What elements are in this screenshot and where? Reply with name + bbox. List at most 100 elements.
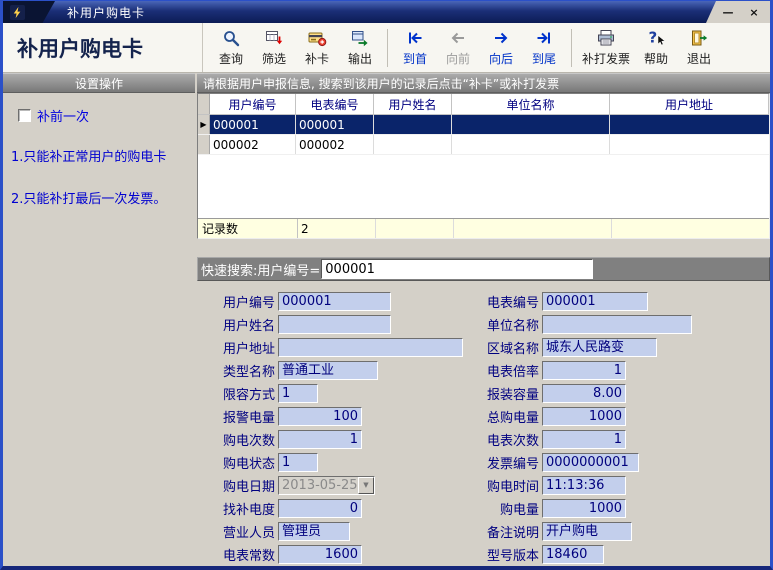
form-row: 电表编号000001 <box>475 290 770 313</box>
form-field[interactable]: 000001 <box>542 292 648 311</box>
form-field[interactable] <box>542 315 692 334</box>
form-field[interactable] <box>278 315 391 334</box>
form-row: 购电状态1 <box>211 451 475 474</box>
grid-row-selected[interactable]: ▶ 000001 000001 <box>198 115 769 135</box>
toolbar-button-label: 到首 <box>403 50 427 67</box>
field-label: 报装容量 <box>475 384 539 403</box>
form-field[interactable]: 1000 <box>542 407 626 426</box>
grid-column-header[interactable]: 单位名称 <box>452 94 610 114</box>
app-icon <box>10 5 25 20</box>
dropdown-arrow-icon: ▼ <box>358 477 374 494</box>
next-button[interactable]: 向后 <box>481 25 521 70</box>
form-row: 型号版本18460 <box>475 543 770 566</box>
form-row: 总购电量1000 <box>475 405 770 428</box>
close-button[interactable]: × <box>746 5 762 20</box>
first-button[interactable]: 到首 <box>395 25 435 70</box>
sidebar-note-1: 1.只能补正常用户的购电卡 <box>11 149 189 167</box>
field-label: 电表编号 <box>475 292 539 311</box>
form-field[interactable]: 000001 <box>278 292 391 311</box>
form-field[interactable]: 1 <box>542 430 626 449</box>
instruction-bar: 请根据用户申报信息, 搜索到该用户的记录后点击“补卡”或补打发票 <box>197 73 770 93</box>
search-button[interactable]: 查询 <box>211 25 251 70</box>
form-field[interactable]: 1000 <box>542 499 626 518</box>
checkbox-label: 补前一次 <box>37 106 89 125</box>
grid-footer-cell <box>612 219 769 238</box>
grid-column-header[interactable]: 电表编号 <box>296 94 374 114</box>
form-field[interactable]: 1 <box>278 384 318 403</box>
form-row: 区域名称城东人民路变 <box>475 336 770 359</box>
checkbox-box-icon <box>18 109 31 122</box>
toolbar-button-label: 退出 <box>687 50 711 67</box>
field-label: 用户姓名 <box>211 315 275 334</box>
field-label: 购电状态 <box>211 453 275 472</box>
form-field[interactable]: 开户购电 <box>542 522 632 541</box>
grid-footer-cell <box>376 219 454 238</box>
exit-button[interactable]: 退出 <box>679 25 719 70</box>
field-label: 备注说明 <box>475 522 539 541</box>
grid-header-row: 用户编号 电表编号 用户姓名 单位名称 用户地址 <box>198 94 769 115</box>
form-row: 电表次数1 <box>475 428 770 451</box>
quick-search-label: 快速搜索:用户编号= <box>201 260 320 279</box>
svg-text:?: ? <box>649 29 658 47</box>
form-field[interactable]: 1 <box>278 453 318 472</box>
form-field[interactable] <box>278 338 463 357</box>
help-button[interactable]: ?帮助 <box>636 25 676 70</box>
toolbar-button-label: 向前 <box>446 50 470 67</box>
form-field[interactable]: 8.00 <box>542 384 626 403</box>
grid-column-header[interactable]: 用户地址 <box>610 94 769 114</box>
minimize-button[interactable]: — <box>720 5 736 20</box>
form-field[interactable]: 1 <box>542 361 626 380</box>
field-label: 单位名称 <box>475 315 539 334</box>
toolbar-button-label: 输出 <box>348 50 372 67</box>
toolbar-separator <box>571 29 572 67</box>
combo-value: 2013-05-25 <box>279 477 358 494</box>
grid-column-header[interactable]: 用户编号 <box>210 94 296 114</box>
form-field[interactable]: 1600 <box>278 545 362 564</box>
row-indicator <box>198 135 210 154</box>
field-label: 报警电量 <box>211 407 275 426</box>
toolbar-button-label: 筛选 <box>262 50 286 67</box>
form-field[interactable]: 普通工业 <box>278 361 378 380</box>
card-icon <box>307 28 327 48</box>
form-field[interactable]: 100 <box>278 407 362 426</box>
grid-column-header[interactable]: 用户姓名 <box>374 94 452 114</box>
field-label: 型号版本 <box>475 545 539 564</box>
toolbar: 补用户购电卡 查询筛选补卡输出 到首 向前向后到尾补打发票 ?帮助退出 <box>3 23 770 73</box>
filter-button[interactable]: 筛选 <box>254 25 294 70</box>
form-field[interactable]: 18460 <box>542 545 604 564</box>
prev-once-checkbox[interactable]: 补前一次 <box>18 106 195 125</box>
next-icon <box>491 28 511 48</box>
content-area: 设置操作 补前一次 1.只能补正常用户的购电卡 2.只能补打最后一次发票。 请根… <box>3 73 770 566</box>
output-button[interactable]: 输出 <box>340 25 380 70</box>
field-label: 找补电度 <box>211 499 275 518</box>
title-bar: 补用户购电卡 — × <box>3 1 770 23</box>
form-field[interactable]: 0000000001 <box>542 453 639 472</box>
toolbar-button-label: 补打发票 <box>582 50 630 67</box>
toolbar-buttons: 查询筛选补卡输出 到首 向前向后到尾补打发票 ?帮助退出 <box>203 23 719 72</box>
search-icon <box>221 28 241 48</box>
last-button[interactable]: 到尾 <box>524 25 564 70</box>
sidebar-header: 设置操作 <box>3 73 195 93</box>
form-column-right: 电表编号000001单位名称区域名称城东人民路变电表倍率1报装容量8.00总购电… <box>475 290 770 566</box>
form-field[interactable]: 管理员 <box>278 522 350 541</box>
form-row: 找补电度0 <box>211 497 475 520</box>
form-field[interactable]: 11:13:36 <box>542 476 626 495</box>
invoice-button[interactable]: 补打发票 <box>579 25 633 70</box>
form-row: 用户地址 <box>211 336 475 359</box>
quick-search-input[interactable] <box>321 259 593 279</box>
grid-cell <box>610 115 769 134</box>
form-field[interactable]: 1 <box>278 430 362 449</box>
window-controls: — × <box>706 1 770 23</box>
help-icon: ? <box>646 28 666 48</box>
toolbar-separator <box>387 29 388 67</box>
form-field[interactable]: 城东人民路变 <box>542 338 657 357</box>
form-field[interactable]: 0 <box>278 499 362 518</box>
field-label: 用户地址 <box>211 338 275 357</box>
sidebar: 设置操作 补前一次 1.只能补正常用户的购电卡 2.只能补打最后一次发票。 <box>3 73 195 566</box>
page-title: 补用户购电卡 <box>3 23 203 72</box>
grid-row[interactable]: 000002 000002 <box>198 135 769 155</box>
app-logo-tab <box>3 1 55 23</box>
field-label: 类型名称 <box>211 361 275 380</box>
detail-form: 用户编号000001用户姓名用户地址类型名称普通工业限容方式1报警电量100购电… <box>197 281 770 566</box>
card-button[interactable]: 补卡 <box>297 25 337 70</box>
